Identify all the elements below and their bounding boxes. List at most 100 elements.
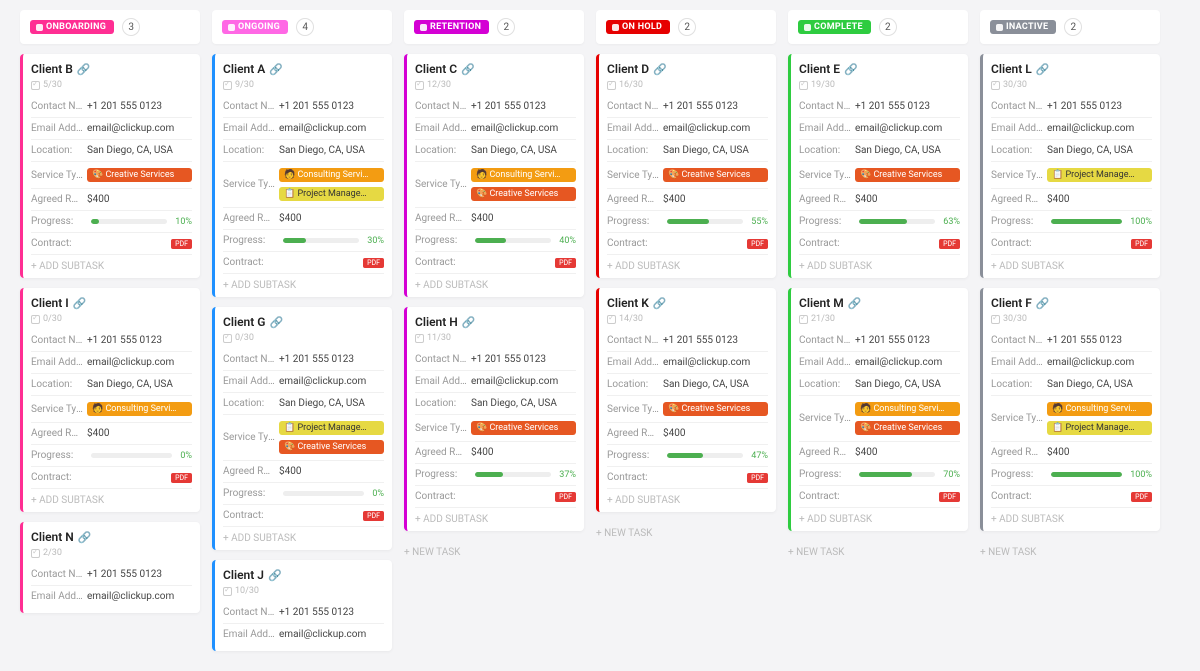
pdf-icon[interactable]: PDF [555, 258, 576, 268]
task-card[interactable]: Client B🔗5/30Contact Nu…+1 201 555 0123E… [20, 54, 200, 278]
add-subtask-button[interactable]: ADD SUBTASK [31, 489, 192, 506]
task-card[interactable]: Client M🔗21/30Contact Nu…+1 201 555 0123… [788, 288, 968, 531]
service-tag[interactable]: 🎨 Creative Services [663, 168, 768, 182]
field-value-location: San Diego, CA, USA [279, 398, 384, 409]
add-subtask-button[interactable]: ADD SUBTASK [607, 255, 768, 272]
attachment-icon[interactable]: 🔗 [653, 297, 667, 310]
todo-count: 10/30 [223, 586, 384, 596]
task-card[interactable]: Client J🔗10/30Contact Nu…+1 201 555 0123… [212, 560, 392, 651]
attachment-icon[interactable]: 🔗 [461, 63, 475, 76]
task-card[interactable]: Client A🔗9/30Contact Nu…+1 201 555 0123E… [212, 54, 392, 297]
attachment-icon[interactable]: 🔗 [269, 63, 283, 76]
task-card[interactable]: Client E🔗19/30Contact Nu…+1 201 555 0123… [788, 54, 968, 278]
field-label-service: Service Type: [31, 404, 83, 415]
service-tag[interactable]: 📋 Project Manage… [279, 187, 384, 201]
attachment-icon[interactable]: 🔗 [268, 569, 282, 582]
service-tag[interactable]: 📋 Project Manage… [1047, 421, 1152, 435]
pdf-icon[interactable]: PDF [363, 511, 384, 521]
attachment-icon[interactable]: 🔗 [653, 63, 667, 76]
service-tag[interactable]: 🎨 Creative Services [855, 168, 960, 182]
task-card[interactable]: Client F🔗30/30Contact Nu…+1 201 555 0123… [980, 288, 1160, 531]
attachment-icon[interactable]: 🔗 [73, 297, 87, 310]
task-card[interactable]: Client D🔗16/30Contact Nu…+1 201 555 0123… [596, 54, 776, 278]
add-subtask-button[interactable]: ADD SUBTASK [799, 255, 960, 272]
pdf-icon[interactable]: PDF [363, 258, 384, 268]
status-badge[interactable]: ONBOARDING [30, 20, 114, 34]
attachment-icon[interactable]: 🔗 [1036, 297, 1050, 310]
field-label-email: Email Addre… [991, 123, 1043, 134]
status-badge[interactable]: ON HOLD [606, 20, 670, 34]
column-header: ONGOING4 [212, 10, 392, 44]
progress-value: 100% [1130, 470, 1152, 480]
progress-value: 55% [751, 217, 768, 227]
field-row-location: Location:San Diego, CA, USA [415, 393, 576, 415]
service-tag[interactable]: 🎨 Creative Services [279, 440, 384, 454]
add-subtask-button[interactable]: ADD SUBTASK [607, 489, 768, 506]
attachment-icon[interactable]: 🔗 [78, 531, 92, 544]
task-card[interactable]: Client C🔗12/30Contact Nu…+1 201 555 0123… [404, 54, 584, 297]
add-subtask-button[interactable]: ADD SUBTASK [991, 508, 1152, 525]
task-card[interactable]: Client N🔗2/30Contact Nu…+1 201 555 0123E… [20, 522, 200, 613]
attachment-icon[interactable]: 🔗 [77, 63, 91, 76]
service-tag[interactable]: 🎨 Creative Services [471, 187, 576, 201]
attachment-icon[interactable]: 🔗 [1036, 63, 1050, 76]
service-tag[interactable]: 🎨 Creative Services [471, 421, 576, 435]
status-badge[interactable]: RETENTION [414, 20, 489, 34]
service-tag[interactable]: 🧑 Consulting Servi… [87, 402, 192, 416]
service-tag[interactable]: 🧑 Consulting Servi… [279, 168, 384, 182]
attachment-icon[interactable]: 🔗 [848, 297, 862, 310]
service-tag[interactable]: 🧑 Consulting Servi… [1047, 402, 1152, 416]
field-label-contact: Contact Nu… [223, 354, 275, 365]
field-label-contract: Contract: [223, 510, 275, 521]
attachment-icon[interactable]: 🔗 [462, 316, 476, 329]
add-subtask-button[interactable]: ADD SUBTASK [31, 255, 192, 272]
service-tag[interactable]: 🧑 Consulting Servi… [471, 168, 576, 182]
pdf-icon[interactable]: PDF [1131, 239, 1152, 249]
pdf-icon[interactable]: PDF [939, 239, 960, 249]
pdf-icon[interactable]: PDF [747, 239, 768, 249]
status-dot-icon [36, 24, 43, 31]
add-subtask-button[interactable]: ADD SUBTASK [223, 274, 384, 291]
add-subtask-button[interactable]: ADD SUBTASK [415, 274, 576, 291]
service-tag[interactable]: 🎨 Creative Services [855, 421, 960, 435]
checkbox-icon [415, 334, 424, 343]
progress-value: 0% [180, 451, 192, 461]
attachment-icon[interactable]: 🔗 [844, 63, 858, 76]
task-card[interactable]: Client I🔗0/30Contact Nu…+1 201 555 0123E… [20, 288, 200, 512]
pdf-icon[interactable]: PDF [747, 473, 768, 483]
service-tag[interactable]: 📋 Project Manage… [1047, 168, 1152, 182]
pdf-icon[interactable]: PDF [555, 492, 576, 502]
new-task-button[interactable]: NEW TASK [596, 522, 776, 539]
add-subtask-button[interactable]: ADD SUBTASK [991, 255, 1152, 272]
progress-value: 100% [1130, 217, 1152, 227]
attachment-icon[interactable]: 🔗 [269, 316, 283, 329]
field-value-email: email@clickup.com [87, 357, 192, 368]
task-card[interactable]: Client K🔗14/30Contact Nu…+1 201 555 0123… [596, 288, 776, 512]
card-title: Client H [415, 315, 458, 329]
task-card[interactable]: Client H🔗11/30Contact Nu…+1 201 555 0123… [404, 307, 584, 531]
service-tag[interactable]: 🎨 Creative Services [87, 168, 192, 182]
status-badge[interactable]: COMPLETE [798, 20, 871, 34]
field-value-rate: $400 [87, 194, 192, 205]
task-card[interactable]: Client G🔗0/30Contact Nu…+1 201 555 0123E… [212, 307, 392, 550]
pdf-icon[interactable]: PDF [171, 239, 192, 249]
field-label-progress: Progress: [991, 216, 1043, 227]
pdf-icon[interactable]: PDF [939, 492, 960, 502]
column-header: ON HOLD2 [596, 10, 776, 44]
status-badge[interactable]: ONGOING [222, 20, 288, 34]
status-badge[interactable]: INACTIVE [990, 20, 1056, 34]
field-label-contact: Contact Nu… [991, 335, 1043, 346]
add-subtask-button[interactable]: ADD SUBTASK [415, 508, 576, 525]
service-tag[interactable]: 📋 Project Manage… [279, 421, 384, 435]
new-task-button[interactable]: NEW TASK [404, 541, 584, 558]
add-subtask-button[interactable]: ADD SUBTASK [223, 527, 384, 544]
new-task-button[interactable]: NEW TASK [980, 541, 1160, 558]
field-label-email: Email Addre… [31, 357, 83, 368]
task-card[interactable]: Client L🔗30/30Contact Nu…+1 201 555 0123… [980, 54, 1160, 278]
service-tag[interactable]: 🧑 Consulting Servi… [855, 402, 960, 416]
pdf-icon[interactable]: PDF [1131, 492, 1152, 502]
add-subtask-button[interactable]: ADD SUBTASK [799, 508, 960, 525]
pdf-icon[interactable]: PDF [171, 473, 192, 483]
new-task-button[interactable]: NEW TASK [788, 541, 968, 558]
service-tag[interactable]: 🎨 Creative Services [663, 402, 768, 416]
